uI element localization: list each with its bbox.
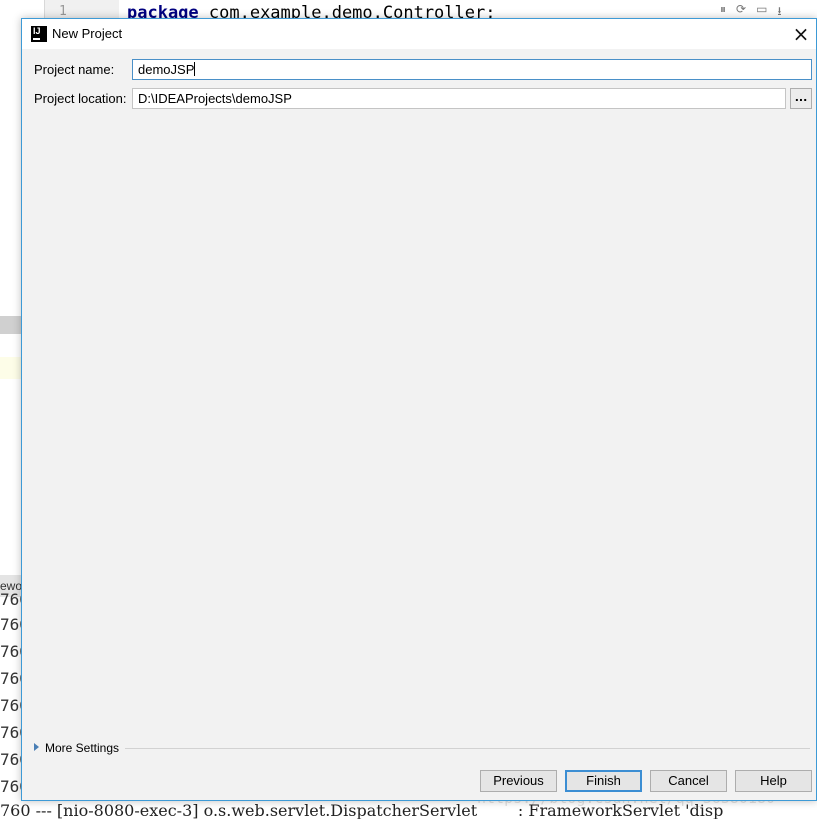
- project-name-label: Project name:: [34, 62, 115, 77]
- pause-icon[interactable]: ⏸: [720, 2, 726, 18]
- ide-editor-background: 1 package com.example.demo.Controller; ⏸…: [0, 0, 817, 18]
- code-line: package com.example.demo.Controller;: [127, 3, 495, 18]
- browse-button[interactable]: ...: [790, 88, 812, 109]
- code-keyword: package: [127, 3, 199, 18]
- more-settings-label: More Settings: [45, 741, 120, 755]
- console-line: 760: [0, 723, 22, 742]
- intellij-app-icon: IJ: [31, 26, 47, 42]
- console-line: 760: [0, 669, 22, 688]
- editor-toolbar: ⏸ ⟳ ▭ ⭳: [720, 2, 782, 18]
- project-name-input[interactable]: demoJSP: [132, 59, 812, 80]
- project-location-label: Project location:: [34, 91, 127, 106]
- console-line: 760: [0, 696, 22, 715]
- editor-gutter: 1: [44, 0, 119, 18]
- finish-button[interactable]: Finish: [565, 770, 642, 792]
- dialog-titlebar[interactable]: IJ New Project ×: [22, 19, 816, 49]
- project-location-input[interactable]: D:\IDEAProjects\demoJSP: [132, 88, 786, 109]
- separator: [125, 748, 810, 749]
- more-settings-toggle[interactable]: More Settings: [34, 741, 810, 757]
- console-line: 760: [0, 642, 22, 661]
- help-button[interactable]: Help: [735, 770, 812, 792]
- ide-highlight-row: [0, 357, 22, 379]
- console-line: 760: [0, 777, 22, 796]
- console-line: 760: [0, 590, 22, 609]
- expand-arrow-icon: [34, 743, 39, 751]
- console-line: 760: [0, 615, 22, 634]
- cancel-button[interactable]: Cancel: [650, 770, 727, 792]
- console-line: 760: [0, 750, 22, 769]
- folder-icon[interactable]: ▭: [756, 2, 767, 18]
- refresh-icon[interactable]: ⟳: [736, 2, 746, 18]
- text-caret: [194, 62, 196, 76]
- previous-button[interactable]: Previous: [480, 770, 557, 792]
- close-icon[interactable]: ×: [786, 19, 816, 49]
- new-project-dialog: IJ New Project × Project name: demoJSP P…: [21, 18, 817, 801]
- dialog-title: New Project: [52, 26, 123, 41]
- download-icon[interactable]: ⭳: [777, 2, 781, 18]
- line-number: 1: [59, 4, 67, 18]
- code-text: com.example.demo.Controller;: [198, 3, 496, 18]
- ide-side-panel-header: [0, 316, 22, 334]
